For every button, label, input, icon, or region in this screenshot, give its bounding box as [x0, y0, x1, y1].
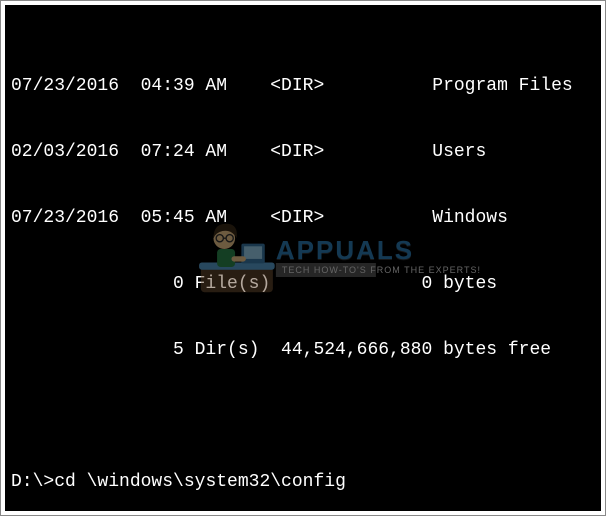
watermark-text: APPUALS TECH HOW-TO'S FROM THE EXPERTS! [276, 239, 414, 277]
dir-summary-files: 0 File(s) 0 bytes [11, 273, 595, 295]
command-prompt-terminal[interactable]: 07/23/2016 04:39 AM <DIR> Program Files … [5, 5, 601, 511]
frame: 07/23/2016 04:39 AM <DIR> Program Files … [0, 0, 606, 516]
dir-summary-dirs: 5 Dir(s) 44,524,666,880 bytes free [11, 339, 595, 361]
typed-command: cd \windows\system32\config [54, 472, 346, 492]
command-line-cd: D:\>cd \windows\system32\config [11, 471, 595, 493]
dir-entry: 07/23/2016 04:39 AM <DIR> Program Files [11, 75, 595, 97]
watermark-title: APPUALS [276, 239, 414, 261]
dir-entry: 07/23/2016 05:45 AM <DIR> Windows [11, 207, 595, 229]
prompt: D:\> [11, 472, 54, 492]
dir-entry: 02/03/2016 07:24 AM <DIR> Users [11, 141, 595, 163]
